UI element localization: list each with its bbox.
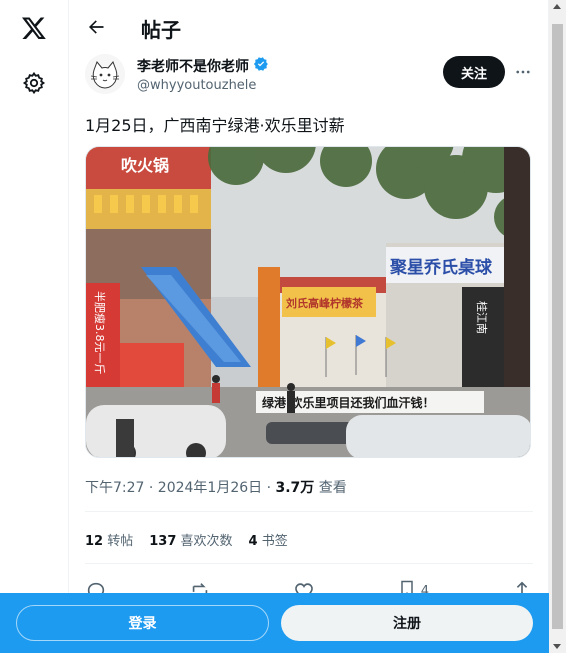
author-handle[interactable]: @whyyoutouzhele: [137, 78, 256, 93]
sign-top: 吹火锅: [121, 156, 169, 175]
gear-icon[interactable]: [14, 63, 54, 103]
scroll-up-arrow-icon[interactable]: [553, 4, 561, 9]
likes-stat[interactable]: 137 喜欢次数: [149, 530, 232, 549]
views-label: 查看: [318, 480, 347, 496]
main-column: 帖子 李老师不是你老师 @whyyoutouzhele 关注 1月25日，广西南…: [69, 0, 549, 653]
tweet-author: 李老师不是你老师 @whyyoutouzhele 关注: [85, 54, 535, 98]
scroll-down-arrow-icon[interactable]: [553, 644, 561, 649]
left-rail: [0, 0, 69, 653]
tweet-meta: 下午7:27 · 2024年1月26日 · 3.7万 查看: [85, 477, 347, 497]
login-signup-bar: 登录 注册: [0, 593, 549, 653]
author-name-line[interactable]: 李老师不是你老师: [137, 56, 269, 76]
scrollbar[interactable]: [549, 0, 566, 653]
retweets-count: 12: [85, 534, 104, 549]
likes-label: 喜欢次数: [180, 534, 233, 549]
street-scene-photo: 吹火锅 半肥瘦3.8元一斤 刘氏高峰柠檬茶 聚星乔氏桌球 桂江南 绿港·欢乐里项…: [86, 147, 530, 457]
bookmarks-label: 书签: [261, 534, 288, 549]
sign-left: 半肥瘦3.8元一斤: [93, 291, 107, 375]
bookmarks-count: 4: [248, 534, 258, 549]
sign-middle: 刘氏高峰柠檬茶: [286, 296, 364, 310]
divider: [85, 563, 533, 564]
login-button[interactable]: 登录: [16, 605, 269, 641]
page-header: 帖子: [69, 0, 548, 53]
bookmarks-stat[interactable]: 4 书签: [249, 530, 288, 549]
views-count: 3.7万: [275, 480, 315, 496]
x-logo-icon[interactable]: [14, 8, 54, 48]
page-title: 帖子: [141, 18, 181, 42]
retweets-stat[interactable]: 12 转帖: [85, 530, 133, 549]
signup-button[interactable]: 注册: [281, 605, 533, 641]
tweet-media-photo[interactable]: 吹火锅 半肥瘦3.8元一斤 刘氏高峰柠檬茶 聚星乔氏桌球 桂江南 绿港·欢乐里项…: [85, 146, 531, 458]
tweet-time[interactable]: 下午7:27 · 2024年1月26日 ·: [85, 480, 271, 496]
author-name[interactable]: 李老师不是你老师: [137, 56, 249, 76]
divider: [85, 511, 533, 512]
follow-button[interactable]: 关注: [443, 56, 505, 88]
more-icon[interactable]: [509, 58, 537, 86]
tweet-text: 1月25日，广西南宁绿港·欢乐里讨薪: [85, 116, 345, 135]
sign-tall: 桂江南: [475, 301, 489, 334]
scroll-thumb[interactable]: [552, 24, 563, 629]
sign-right: 聚星乔氏桌球: [389, 258, 493, 278]
likes-count: 137: [149, 534, 177, 549]
verified-badge-icon: [253, 56, 269, 76]
back-arrow-icon[interactable]: [79, 10, 113, 44]
tweet-stats: 12 转帖 137 喜欢次数 4 书签: [85, 530, 288, 549]
avatar[interactable]: [85, 54, 125, 94]
retweets-label: 转帖: [107, 534, 134, 549]
